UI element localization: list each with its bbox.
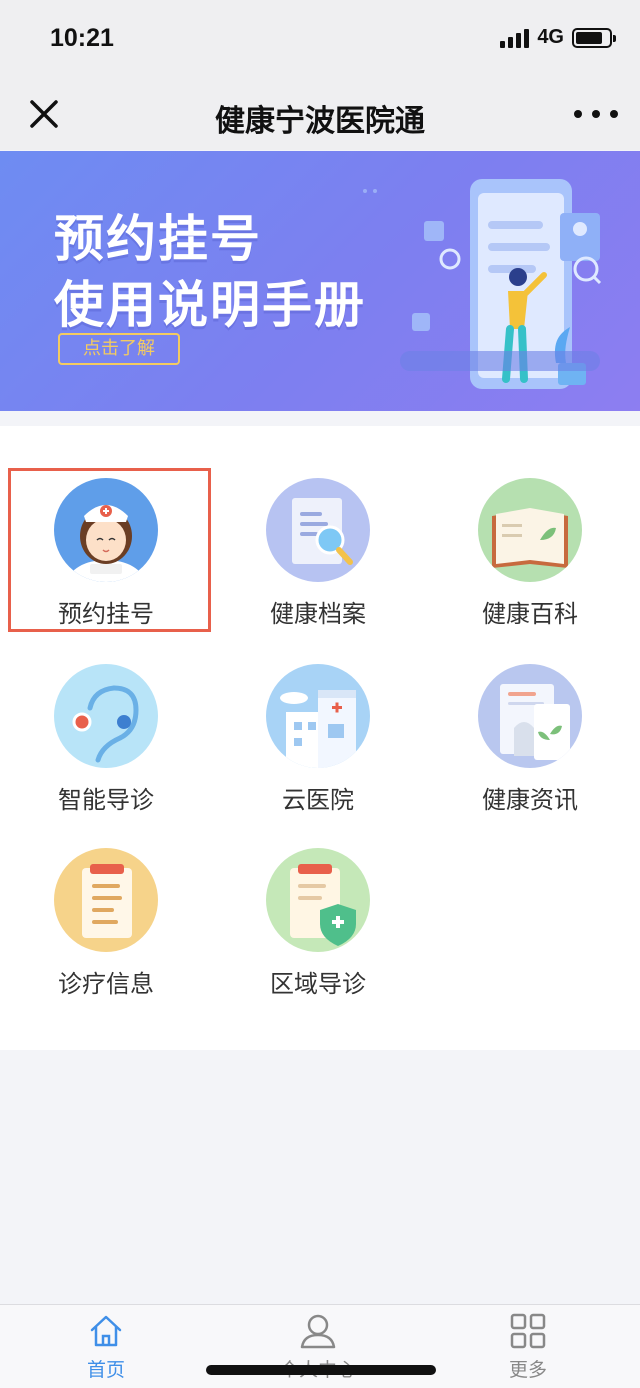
service-smart-triage[interactable]: 智能导诊	[0, 612, 212, 814]
service-label: 诊疗信息	[58, 970, 154, 998]
service-label: 区域导诊	[270, 970, 366, 998]
service-regional-triage[interactable]: 区域导诊	[212, 796, 424, 998]
home-icon	[90, 1315, 122, 1347]
tab-label: 首页	[86, 1359, 125, 1381]
tab-bar: 首页 个人中心 更多	[0, 1304, 640, 1388]
page-title: 健康宁波医院通	[215, 104, 425, 139]
news-icon	[478, 664, 582, 768]
status-bar: 10:21 4G	[0, 0, 640, 80]
user-icon	[300, 1314, 336, 1349]
nav-bar: 健康宁波医院通	[0, 80, 640, 150]
clipboard-icon	[54, 848, 158, 952]
banner-subheading: 使用说明手册	[54, 276, 366, 334]
tab-label: 更多	[508, 1359, 547, 1381]
battery-icon	[572, 27, 616, 48]
records-icon	[266, 478, 370, 582]
home-indicator[interactable]	[206, 1365, 436, 1375]
service-health-news[interactable]: 健康资讯	[424, 612, 636, 814]
service-health-records[interactable]: 健康档案	[212, 426, 424, 628]
stethoscope-icon	[54, 664, 158, 768]
service-appointment[interactable]: 预约挂号	[0, 426, 212, 628]
service-cloud-hospital[interactable]: 云医院	[212, 612, 424, 814]
services-grid: 预约挂号 健康档案 健康百科 智能导诊 云医院 健康资讯 诊疗信息 区域导诊	[0, 426, 640, 1050]
tab-home[interactable]: 首页	[46, 1311, 166, 1385]
book-icon	[478, 478, 582, 582]
grid-icon	[510, 1313, 546, 1349]
signal-icon	[500, 28, 530, 48]
banner[interactable]: 预约挂号 使用说明手册 点击了解	[0, 151, 640, 411]
status-time: 10:21	[50, 24, 114, 52]
service-health-encyclopedia[interactable]: 健康百科	[424, 426, 636, 628]
network-type: 4G	[537, 26, 564, 48]
learn-more-button[interactable]: 点击了解	[58, 333, 180, 365]
hospital-icon	[266, 664, 370, 768]
banner-heading: 预约挂号	[54, 210, 262, 268]
tab-more[interactable]: 更多	[468, 1311, 588, 1385]
nurse-icon	[54, 478, 158, 582]
banner-illustration	[363, 179, 602, 389]
status-indicators: 4G	[500, 26, 616, 49]
service-treatment-info[interactable]: 诊疗信息	[0, 796, 212, 998]
more-icon[interactable]	[574, 102, 618, 126]
service-label: 健康资讯	[482, 786, 578, 814]
shield-clipboard-icon	[266, 848, 370, 952]
